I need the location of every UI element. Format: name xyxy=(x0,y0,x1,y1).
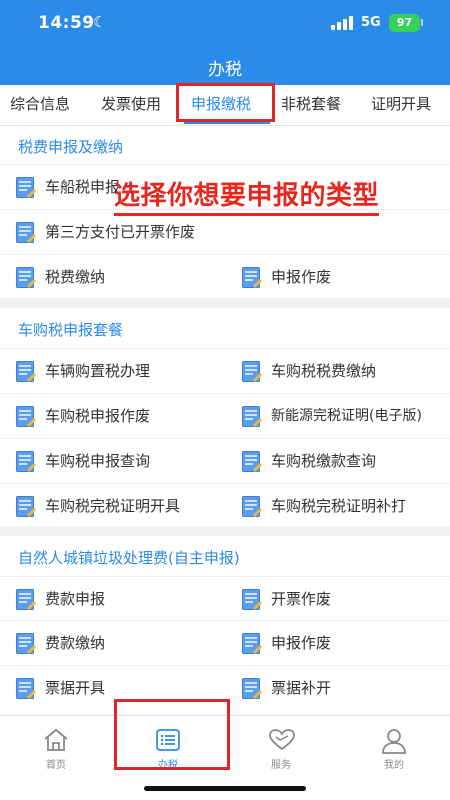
signal-icon xyxy=(331,16,353,30)
section-vehicle-purchase-tax: 车购税申报套餐 车辆购置税办理 车购税税费缴纳 车购税申报作废 新能源完税证明(… xyxy=(0,308,450,526)
list-item-label: 第三方支付已开票作废 xyxy=(45,223,196,241)
list-item[interactable]: 费款申报 xyxy=(16,577,216,621)
list-item-label: 车购税完税证明开具 xyxy=(45,497,181,515)
list-item-label: 新能源完税证明(电子版) xyxy=(271,408,422,424)
list-row: 费款缴纳 申报作废 xyxy=(0,620,450,665)
heart-icon xyxy=(269,729,295,751)
section-title: 税费申报及缴纳 xyxy=(18,138,124,156)
status-bar: 14:59 ☾ 5G 97 xyxy=(0,0,450,48)
section-garbage-fee: 自然人城镇垃圾处理费(自主申报) 费款申报 开票作废 费款缴纳 申报作废 票据开… xyxy=(0,536,450,714)
list-item-label: 车购税申报作废 xyxy=(45,407,151,425)
tab-certificates[interactable]: 证明开具 xyxy=(371,85,431,125)
list-item-label: 费款申报 xyxy=(45,590,106,608)
nav-home[interactable]: 首页 xyxy=(0,716,112,776)
document-icon xyxy=(242,361,262,382)
section-title: 车购税申报套餐 xyxy=(18,321,124,339)
status-time: 14:59 xyxy=(38,13,95,33)
list-item[interactable]: 车辆购置税办理 xyxy=(16,349,226,393)
list-item-label: 票据开具 xyxy=(45,679,106,697)
list-item-label: 票据补开 xyxy=(271,679,332,697)
document-icon xyxy=(242,633,262,654)
battery-level: 97 xyxy=(396,16,413,29)
nav-mine[interactable]: 我的 xyxy=(338,716,450,776)
list-item[interactable]: 第三方支付已开票作废 xyxy=(16,210,416,254)
highlight-box-active-tab xyxy=(176,83,275,122)
document-icon xyxy=(242,267,262,288)
highlight-box-nav-tax xyxy=(114,699,230,770)
list-item-label: 车购税申报查询 xyxy=(45,452,151,470)
list-item[interactable]: 车购税缴款查询 xyxy=(242,439,442,483)
document-icon xyxy=(16,678,36,699)
list-row: 车购税完税证明开具 车购税完税证明补打 xyxy=(0,483,450,526)
page-title: 办税 xyxy=(208,60,242,80)
battery-tip xyxy=(421,19,423,26)
list-row: 税费缴纳 申报作废 xyxy=(0,254,450,298)
list-row: 车购税申报作废 新能源完税证明(电子版) xyxy=(0,393,450,438)
home-icon xyxy=(44,729,68,751)
list-item[interactable]: 车购税完税证明开具 xyxy=(16,484,226,528)
annotation-text: 选择你想要申报的类型 xyxy=(114,180,380,216)
document-icon xyxy=(16,222,36,243)
document-icon xyxy=(16,589,36,610)
document-icon xyxy=(16,361,36,382)
network-type: 5G xyxy=(361,15,381,30)
nav-label: 服务 xyxy=(271,760,291,771)
list-item-label: 申报作废 xyxy=(271,268,332,286)
document-icon xyxy=(16,406,36,427)
top-bar: 14:59 ☾ 5G 97 办税 xyxy=(0,0,450,85)
list-item-label: 开票作废 xyxy=(271,590,332,608)
list-item-label: 车船税申报 xyxy=(45,178,121,196)
list-row: 车购税申报查询 车购税缴款查询 xyxy=(0,438,450,483)
nav-label: 首页 xyxy=(46,760,66,771)
tab-invoice-use[interactable]: 发票使用 xyxy=(101,85,161,125)
moon-icon: ☾ xyxy=(93,13,107,31)
tab-non-tax-package[interactable]: 非税套餐 xyxy=(281,85,341,125)
list-item[interactable]: 票据补开 xyxy=(242,666,442,710)
list-item[interactable]: 车购税税费缴纳 xyxy=(242,349,442,393)
document-icon xyxy=(16,177,36,198)
document-icon xyxy=(16,496,36,517)
battery-icon: 97 xyxy=(389,14,420,32)
list-item[interactable]: 费款缴纳 xyxy=(16,621,216,665)
document-icon xyxy=(242,589,262,610)
list-row: 车辆购置税办理 车购税税费缴纳 xyxy=(0,348,450,393)
list-item-label: 车购税税费缴纳 xyxy=(271,362,377,380)
list-item[interactable]: 申报作废 xyxy=(242,621,442,665)
document-icon xyxy=(242,496,262,517)
list-item-label: 税费缴纳 xyxy=(45,268,106,286)
section-title: 自然人城镇垃圾处理费(自主申报) xyxy=(18,549,240,567)
tab-general-info[interactable]: 综合信息 xyxy=(10,85,70,125)
document-icon xyxy=(16,451,36,472)
list-item[interactable]: 税费缴纳 xyxy=(16,255,216,299)
list-item[interactable]: 车购税完税证明补打 xyxy=(242,484,442,528)
document-icon xyxy=(16,267,36,288)
list-item-label: 车购税缴款查询 xyxy=(271,452,377,470)
list-item-label: 车辆购置税办理 xyxy=(45,362,151,380)
list-item[interactable]: 车购税申报查询 xyxy=(16,439,226,483)
nav-service[interactable]: 服务 xyxy=(225,716,337,776)
list-item[interactable]: 车购税申报作废 xyxy=(16,394,226,438)
document-icon xyxy=(16,633,36,654)
home-indicator xyxy=(144,786,306,791)
document-icon xyxy=(242,451,262,472)
list-item-label: 车购税完税证明补打 xyxy=(271,497,407,515)
document-icon xyxy=(242,678,262,699)
nav-label: 我的 xyxy=(384,760,404,771)
list-item-label: 费款缴纳 xyxy=(45,634,106,652)
list-row: 费款申报 开票作废 xyxy=(0,576,450,620)
list-item[interactable]: 开票作废 xyxy=(242,577,442,621)
list-item[interactable]: 新能源完税证明(电子版) xyxy=(242,394,448,438)
document-icon xyxy=(242,406,262,427)
list-item-label: 申报作废 xyxy=(271,634,332,652)
person-icon xyxy=(382,729,406,754)
list-item[interactable]: 申报作废 xyxy=(242,255,442,299)
